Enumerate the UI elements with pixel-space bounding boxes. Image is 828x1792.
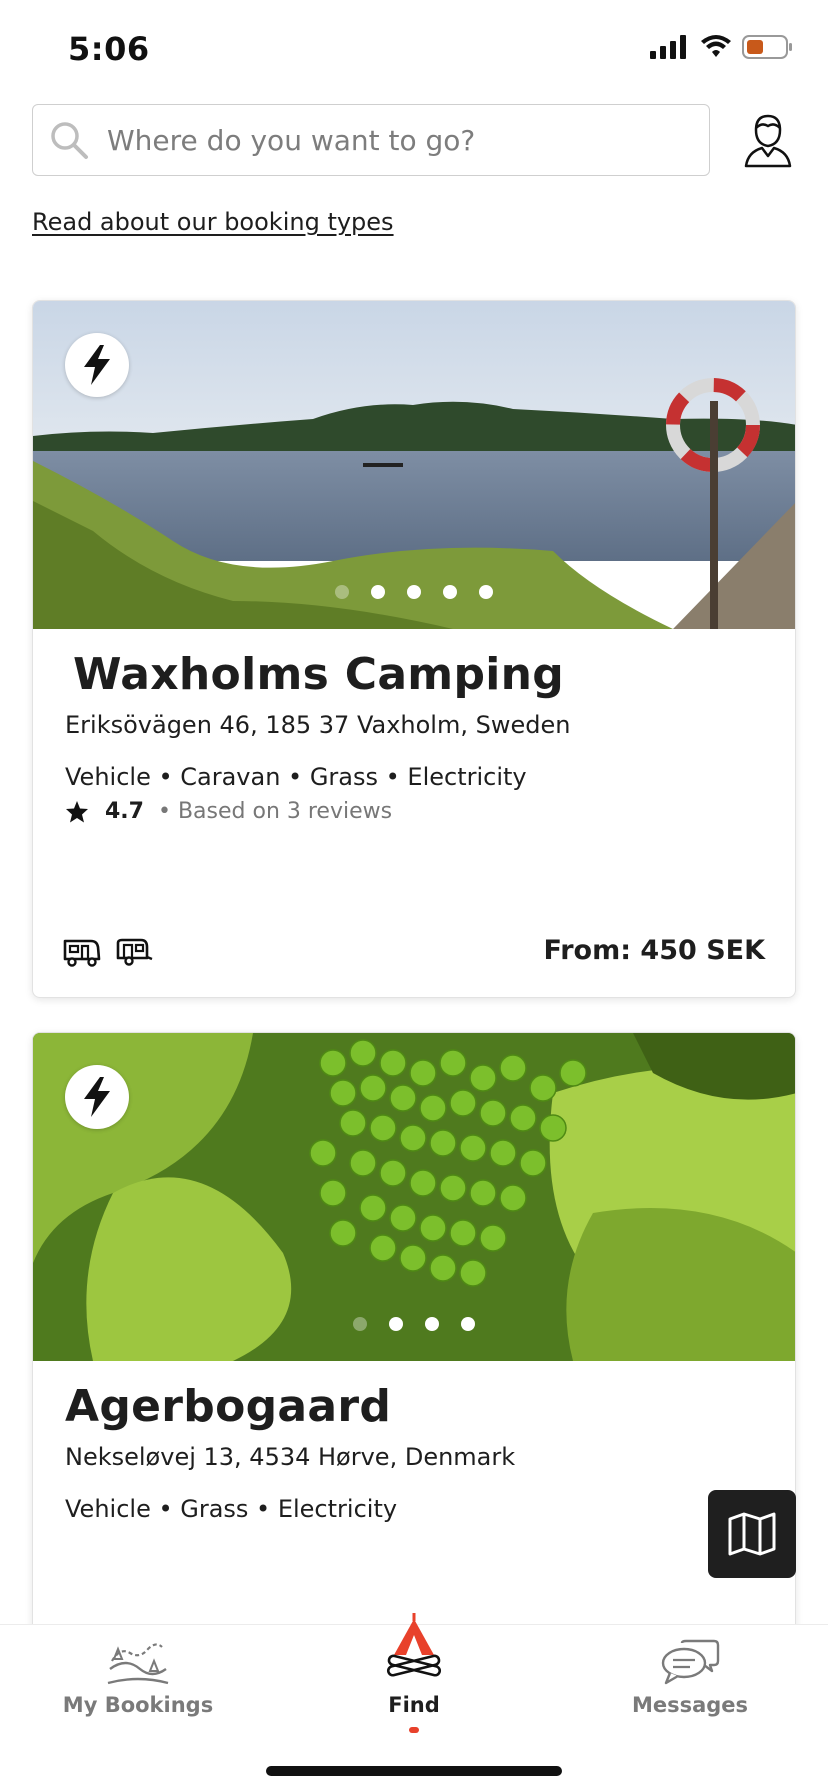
status-time: 5:06	[68, 30, 150, 68]
battery-icon	[742, 35, 792, 59]
lake-photo	[33, 301, 795, 629]
photo-carousel-dots[interactable]	[353, 1317, 475, 1331]
cellular-signal-icon	[650, 35, 686, 59]
listing-price: From: 450 SEK	[543, 935, 765, 966]
home-indicator[interactable]	[266, 1766, 562, 1776]
search-input[interactable]: Where do you want to go?	[32, 104, 710, 176]
tab-messages[interactable]: Messages	[590, 1639, 790, 1717]
carousel-dot[interactable]	[407, 585, 421, 599]
map-view-button[interactable]	[708, 1490, 796, 1578]
motorhome-icon	[63, 939, 101, 967]
profile-button[interactable]	[740, 110, 796, 170]
status-bar: 5:06	[0, 0, 828, 100]
tab-label: Find	[388, 1693, 440, 1717]
tab-find[interactable]: Find	[314, 1611, 514, 1733]
instant-booking-badge	[65, 333, 129, 397]
chat-bubbles-icon	[661, 1639, 720, 1685]
tab-my-bookings[interactable]: My Bookings	[38, 1639, 238, 1717]
carousel-dot[interactable]	[371, 585, 385, 599]
instant-booking-badge	[65, 1065, 129, 1129]
user-avatar-icon	[744, 114, 792, 168]
listing-name: Waxholms Camping	[73, 649, 565, 700]
listing-photo[interactable]	[33, 301, 795, 629]
wifi-icon	[701, 35, 731, 57]
tab-label: Messages	[631, 1693, 749, 1717]
listing-card[interactable]: Waxholms Camping Eriksövägen 46, 185 37 …	[32, 300, 796, 998]
lightning-bolt-icon	[84, 1077, 110, 1117]
star-icon	[66, 800, 88, 822]
review-count: • Based on 3 reviews	[157, 799, 393, 824]
tab-label: My Bookings	[62, 1693, 214, 1717]
carousel-dot[interactable]	[479, 585, 493, 599]
photo-carousel-dots[interactable]	[335, 585, 493, 599]
search-placeholder: Where do you want to go?	[107, 123, 476, 157]
caravan-icon	[116, 938, 153, 966]
carousel-dot[interactable]	[335, 585, 349, 599]
lightning-bolt-icon	[84, 345, 110, 385]
vehicle-types	[63, 937, 153, 967]
listing-address: Eriksövägen 46, 185 37 Vaxholm, Sweden	[65, 711, 571, 739]
search-icon	[51, 122, 88, 159]
listing-features: Vehicle • Caravan • Grass • Electricity	[65, 763, 527, 791]
map-route-icon	[107, 1643, 169, 1685]
status-icons	[650, 34, 794, 60]
carousel-dot[interactable]	[389, 1317, 403, 1331]
rating-score: 4.7	[105, 799, 144, 824]
campfire-tent-icon	[386, 1613, 442, 1677]
map-icon	[728, 1512, 776, 1556]
listing-rating: 4.7 • Based on 3 reviews	[65, 799, 392, 824]
carousel-dot[interactable]	[461, 1317, 475, 1331]
carousel-dot[interactable]	[425, 1317, 439, 1331]
carousel-dot[interactable]	[353, 1317, 367, 1331]
active-tab-indicator	[409, 1727, 419, 1733]
listing-name: Agerbogaard	[65, 1381, 392, 1432]
grapes-photo	[33, 1033, 795, 1361]
listing-photo[interactable]	[33, 1033, 795, 1361]
listing-address: Nekseløvej 13, 4534 Hørve, Denmark	[65, 1443, 516, 1471]
listing-features: Vehicle • Grass • Electricity	[65, 1495, 398, 1523]
carousel-dot[interactable]	[443, 585, 457, 599]
booking-types-link[interactable]: Read about our booking types	[32, 208, 394, 236]
